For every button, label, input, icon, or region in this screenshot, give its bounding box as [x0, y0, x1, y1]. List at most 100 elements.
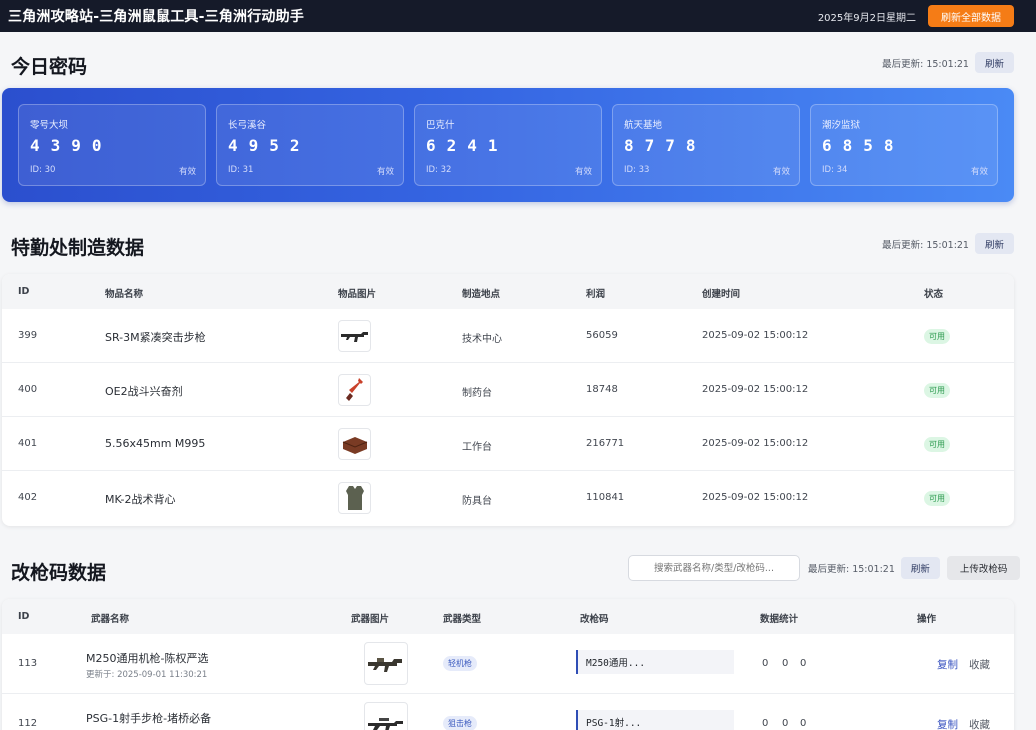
stat-value: 0: [800, 718, 807, 729]
craft-place: 防具台: [462, 496, 492, 507]
password-status: 有效: [574, 167, 592, 177]
profit: 110841: [586, 492, 625, 503]
row-id: 113: [18, 658, 38, 669]
table-row: 113 M250通用机枪-陈权严选 更新于: 2025-09-01 11:30:…: [2, 634, 1014, 694]
mods-section-title: 改枪码数据: [11, 562, 107, 584]
favorite-button[interactable]: 收藏: [969, 657, 990, 672]
craft-place: 技术中心: [462, 334, 502, 345]
password-code: 6858: [822, 136, 905, 155]
password-status: 有效: [178, 167, 196, 177]
mods-meta: 最后更新: 15:01:21 刷新 上传改枪码: [808, 556, 1021, 580]
created-time: 2025-09-02 15:00:12: [702, 492, 809, 503]
passwords-panel: 零号大坝 4390 ID: 30 有效 长弓溪谷 4952 ID: 31 有效 …: [2, 88, 1014, 202]
table-row[interactable]: 399 SR-3M紧凑突击步枪 技术中心 56059 2025-09-02 15…: [2, 309, 1014, 363]
upload-mod-button[interactable]: 上传改枪码: [946, 556, 1021, 580]
password-card: 潮汐监狱 6858 ID: 34 有效: [810, 104, 998, 186]
stat-value: 0: [782, 718, 789, 729]
item-name: OE2战斗兴奋剂: [105, 385, 183, 398]
passwords-meta: 最后更新: 15:01:21 刷新: [882, 52, 1014, 73]
created-time: 2025-09-02 15:00:12: [702, 330, 809, 341]
refresh-all-button[interactable]: 刷新全部数据: [928, 5, 1014, 27]
top-bar: 三角洲攻略站-三角洲鼠鼠工具-三角洲行动助手 2025年9月2日星期二 刷新全部…: [0, 0, 1036, 32]
password-code: 8778: [624, 136, 707, 155]
password-code: 4390: [30, 136, 113, 155]
password-code: 4952: [228, 136, 311, 155]
mods-last-updated: 最后更新: 15:01:21: [808, 564, 895, 575]
sniper-rifle-icon: [364, 702, 408, 730]
weapon-type-badge: 轻机枪: [443, 656, 477, 671]
favorite-button[interactable]: 收藏: [969, 717, 990, 730]
map-name: 长弓溪谷: [228, 120, 267, 131]
password-id: ID: 31: [228, 165, 254, 175]
table-row[interactable]: 401 5.56x45mm M995 工作台 216771 2025-09-02…: [2, 417, 1014, 471]
passwords-last-updated: 最后更新: 15:01:21: [882, 58, 969, 70]
row-id: 402: [18, 492, 38, 503]
current-date: 2025年9月2日星期二: [817, 12, 916, 24]
row-id: 112: [18, 718, 38, 729]
mod-code-field[interactable]: M250通用...: [576, 650, 734, 674]
col-weapon-type: 武器类型: [443, 614, 482, 625]
status-badge: 可用: [924, 437, 950, 452]
password-card: 航天基地 8778 ID: 33 有效: [612, 104, 800, 186]
col-created-time: 创建时间: [702, 289, 741, 300]
copy-button[interactable]: 复制: [937, 717, 958, 730]
rifle-icon: [338, 320, 371, 352]
map-name: 航天基地: [624, 120, 663, 131]
password-id: ID: 32: [426, 165, 452, 175]
row-id: 400: [18, 384, 38, 395]
password-id: ID: 30: [30, 165, 56, 175]
item-name: 5.56x45mm M995: [105, 437, 206, 450]
table-row[interactable]: 400 OE2战斗兴奋剂 制药台 18748 2025-09-02 15:00:…: [2, 363, 1014, 417]
map-name: 潮汐监狱: [822, 120, 861, 131]
col-weapon-image: 武器图片: [351, 614, 390, 625]
vest-icon: [338, 482, 371, 514]
row-id: 401: [18, 438, 38, 449]
password-status: 有效: [376, 167, 394, 177]
weapon-updated-time: 更新于: 2025-09-01 11:30:21: [86, 670, 208, 680]
profit: 56059: [586, 330, 618, 341]
col-weapon-name: 武器名称: [91, 614, 130, 625]
col-stats: 数据统计: [760, 614, 799, 625]
crafting-section-title: 特勤处制造数据: [11, 237, 145, 259]
status-badge: 可用: [924, 329, 950, 344]
profit: 216771: [586, 438, 625, 449]
col-mod-code: 改枪码: [580, 614, 609, 625]
password-status: 有效: [772, 167, 790, 177]
status-badge: 可用: [924, 491, 950, 506]
status-badge: 可用: [924, 383, 950, 398]
password-card: 巴克什 6241 ID: 32 有效: [414, 104, 602, 186]
password-id: ID: 34: [822, 165, 848, 175]
profit: 18748: [586, 384, 618, 395]
crafting-last-updated: 最后更新: 15:01:21: [882, 239, 969, 251]
crafting-table-header: ID 物品名称 物品图片 制造地点 利润 创建时间 状态: [2, 274, 1014, 309]
machine-gun-icon: [364, 642, 408, 685]
col-item-name: 物品名称: [105, 289, 144, 300]
crafting-meta: 最后更新: 15:01:21 刷新: [882, 233, 1014, 254]
passwords-refresh-button[interactable]: 刷新: [974, 52, 1014, 73]
col-profit: 利润: [586, 289, 606, 300]
table-row[interactable]: 402 MK-2战术背心 防具台 110841 2025-09-02 15:00…: [2, 471, 1014, 526]
password-id: ID: 33: [624, 165, 650, 175]
copy-button[interactable]: 复制: [937, 657, 958, 672]
stat-value: 0: [800, 658, 807, 669]
item-name: MK-2战术背心: [105, 493, 176, 506]
created-time: 2025-09-02 15:00:12: [702, 438, 809, 449]
password-status: 有效: [970, 167, 988, 177]
mods-refresh-button[interactable]: 刷新: [900, 557, 940, 579]
col-id: ID: [18, 611, 30, 622]
col-id: ID: [18, 286, 30, 297]
craft-place: 制药台: [462, 388, 492, 399]
mod-code-field[interactable]: PSG-1射...: [576, 710, 734, 730]
col-actions: 操作: [917, 614, 937, 625]
weapon-name: PSG-1射手步枪-堵桥必备: [86, 712, 212, 725]
map-name: 零号大坝: [30, 120, 69, 131]
crafting-refresh-button[interactable]: 刷新: [974, 233, 1014, 254]
passwords-section-title: 今日密码: [11, 56, 88, 78]
password-card: 零号大坝 4390 ID: 30 有效: [18, 104, 206, 186]
mods-search-input[interactable]: [628, 555, 800, 581]
table-row: 112 PSG-1射手步枪-堵桥必备 狙击枪 PSG-1射... 0 0 0 复…: [2, 694, 1014, 730]
ammo-box-icon: [338, 428, 371, 460]
col-status: 状态: [924, 289, 944, 300]
item-name: SR-3M紧凑突击步枪: [105, 331, 206, 344]
craft-place: 工作台: [462, 442, 492, 453]
